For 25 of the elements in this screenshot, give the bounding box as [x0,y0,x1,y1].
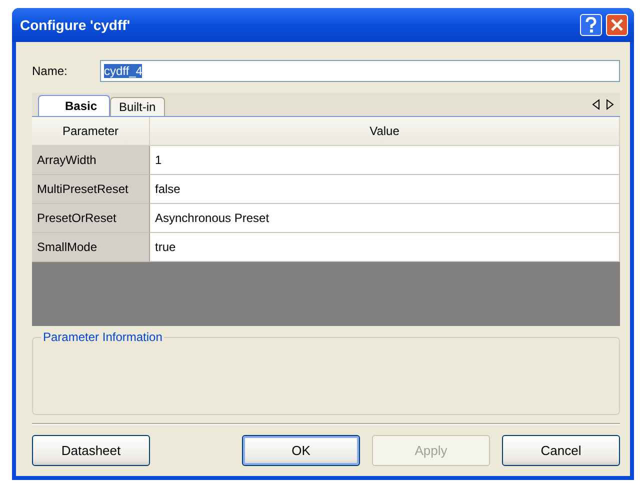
parameter-cell: MultiPresetReset [32,175,150,204]
dialog-button[interactable]: Cancel [502,435,620,466]
parameter-cell: PresetOrReset [32,204,150,233]
dialog-button[interactable]: Datasheet [32,435,150,466]
tab[interactable]: Built-in [110,97,165,116]
name-field[interactable]: cydff_4 [100,60,620,82]
tab[interactable]: Basic [38,95,110,116]
group-title: Parameter Information [41,330,164,344]
help-icon [584,17,598,33]
help-button[interactable] [580,14,602,36]
close-icon [610,18,624,32]
parameter-cell: SmallMode [32,233,150,262]
value-cell[interactable]: Asynchronous Preset [150,204,620,233]
name-label: Name: [32,64,68,78]
parameter-cell: ArrayWidth [32,146,150,175]
scroll-left-icon[interactable] [592,99,600,110]
value-cell[interactable]: true [150,233,620,262]
value-cell[interactable]: 1 [150,146,620,175]
column-header: Value [150,117,620,146]
value-cell[interactable]: false [150,175,620,204]
close-button[interactable] [606,14,628,36]
scroll-right-icon[interactable] [606,99,614,110]
dialog-button[interactable]: OK [242,435,360,466]
column-header: Parameter [32,117,150,146]
window-title: Configure 'cydff' [20,17,130,33]
